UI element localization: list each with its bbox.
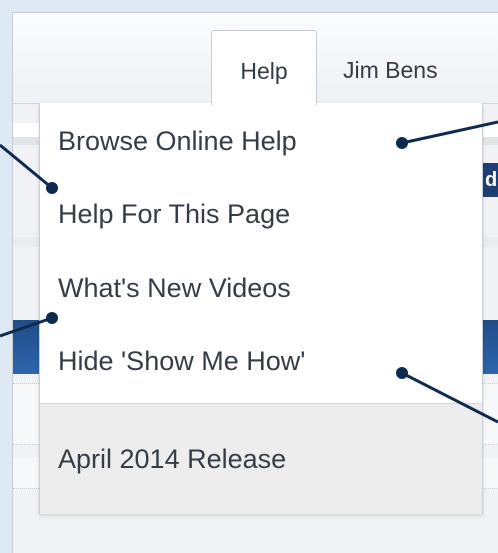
menu-item-help-for-this-page[interactable]: Help For This Page (58, 199, 290, 230)
tab-user-account[interactable]: Jim Bens (343, 30, 498, 103)
background-partial-label: d (481, 163, 498, 197)
menu-item-whats-new-videos[interactable]: What's New Videos (58, 273, 291, 304)
background-header-band (13, 320, 41, 374)
menu-item-hide-show-me-how[interactable]: Hide 'Show Me How' (58, 346, 305, 377)
menu-footer: April 2014 Release (40, 403, 482, 514)
menu-item-browse-online-help[interactable]: Browse Online Help (58, 126, 297, 157)
help-dropdown-menu: Browse Online Help Help For This Page Wh… (39, 103, 483, 514)
tab-help[interactable]: Help (211, 30, 317, 105)
screenshot-page: d Help Jim Bens Browse Online Help Help … (0, 0, 498, 553)
release-version-label[interactable]: April 2014 Release (58, 444, 286, 475)
